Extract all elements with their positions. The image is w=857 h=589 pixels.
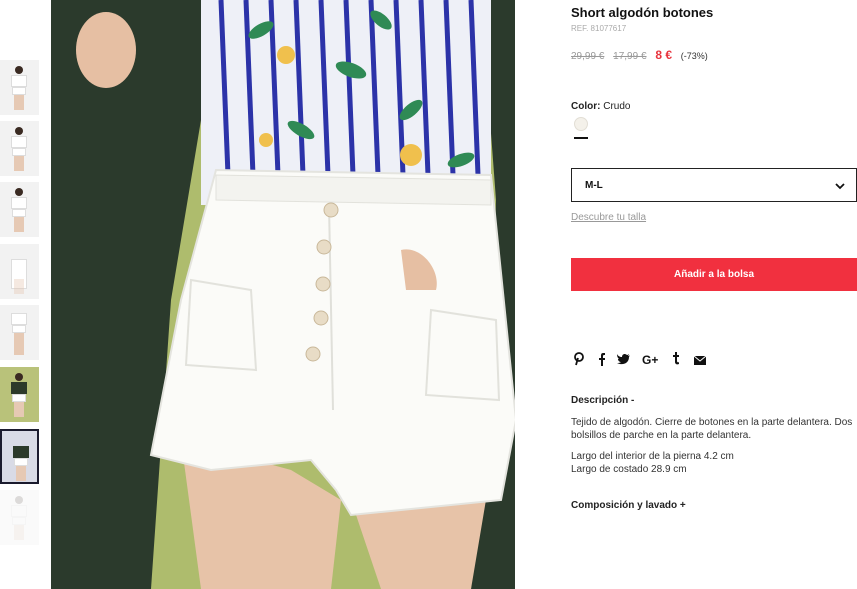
thumbnail-8[interactable] [0, 490, 39, 545]
description-measurements: Largo del interior de la pierna 4.2 cm L… [571, 451, 734, 475]
thumbnail-2[interactable] [0, 121, 39, 176]
color-label: Color: [571, 101, 601, 112]
pinterest-icon[interactable] [571, 352, 587, 370]
price-current: 8 € [655, 48, 672, 62]
price-previous: 17,99 € [613, 51, 647, 62]
add-to-bag-label: Añadir a la bolsa [673, 269, 755, 280]
size-select[interactable]: M-L [571, 168, 857, 202]
color-row: Color: Crudo [571, 101, 630, 112]
description-paragraph: Tejido de algodón. Cierre de botones en … [571, 417, 853, 441]
size-guide-link[interactable]: Descubre tu talla [571, 212, 646, 223]
google-plus-icon[interactable]: G+ [641, 352, 661, 370]
thumbnail-strip [0, 0, 40, 589]
description-heading[interactable]: Descripción - [571, 395, 634, 406]
thumbnail-7-selected[interactable] [0, 429, 39, 484]
price-original: 29,99 € [571, 51, 605, 62]
thumbnail-4[interactable] [0, 244, 39, 299]
product-photo-illustration [51, 0, 515, 589]
description-body: Tejido de algodón. Cierre de botones en … [571, 416, 857, 484]
facebook-icon[interactable] [594, 352, 610, 370]
color-value: Crudo [603, 101, 631, 112]
tumblr-icon[interactable] [668, 352, 684, 370]
product-reference: REF. 81077617 [571, 24, 627, 33]
product-main-image[interactable] [51, 0, 515, 589]
email-icon[interactable] [692, 352, 708, 370]
svg-text:G+: G+ [642, 353, 658, 365]
chevron-down-icon [835, 183, 845, 190]
add-to-bag-button[interactable]: Añadir a la bolsa [571, 258, 857, 291]
color-swatch-crudo[interactable] [574, 117, 588, 131]
composition-heading[interactable]: Composición y lavado + [571, 500, 686, 511]
thumbnail-1[interactable] [0, 60, 39, 115]
thumbnail-6[interactable] [0, 367, 39, 422]
selected-swatch-indicator [574, 137, 588, 139]
twitter-icon[interactable] [616, 352, 632, 370]
product-title: Short algodón botones [571, 5, 714, 20]
price-block: 29,99 € 17,99 € 8 € (-73%) [571, 48, 708, 62]
thumbnail-3[interactable] [0, 182, 39, 237]
size-selected-value: M-L [585, 180, 603, 191]
discount-badge: (-73%) [680, 51, 708, 61]
thumbnail-5[interactable] [0, 305, 39, 360]
